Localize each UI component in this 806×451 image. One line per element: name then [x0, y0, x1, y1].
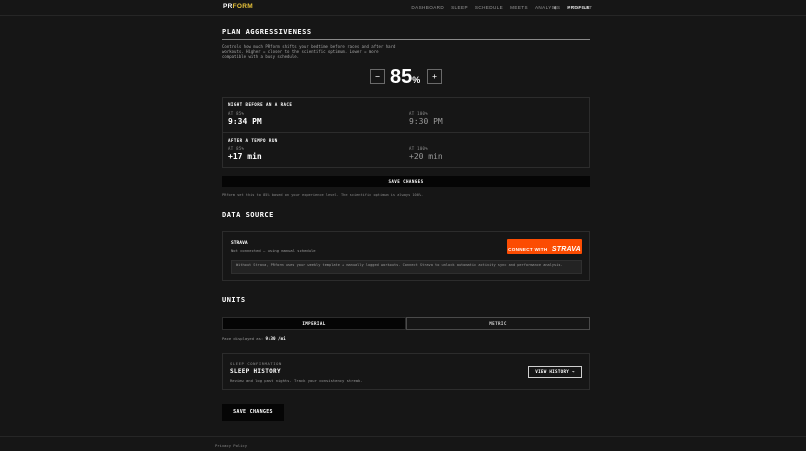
aggressiveness-note: PRform set this to 85% based on your exp…	[222, 193, 424, 197]
app-logo[interactable]: PRFORM	[223, 3, 253, 10]
section-rule	[222, 39, 590, 40]
sleep-history-title: SLEEP HISTORY	[230, 368, 281, 375]
section-title-data-source: DATA SOURCE	[222, 211, 274, 219]
example-full-label: AT 100%	[409, 146, 428, 151]
sleep-history-eyebrow: SLEEP CONFIRMATION	[230, 361, 282, 366]
aggressiveness-description: Controls how much PRform shifts your bed…	[222, 44, 396, 59]
section-title-units: UNITS	[222, 296, 246, 304]
units-imperial-toggle[interactable]: IMPERIAL	[222, 317, 406, 330]
sign-out-link[interactable]: SIGN OUT	[567, 5, 592, 10]
sleep-history-description: Review and log past nights. Track your c…	[230, 378, 363, 383]
example-full-value: +20 min	[409, 152, 443, 161]
pace-display-line: Pace displayed as: 9:30 /mi	[222, 336, 286, 341]
view-history-button[interactable]: VIEW HISTORY →	[528, 366, 582, 378]
example-full-value: 9:30 PM	[409, 117, 443, 126]
nav-item-dashboard[interactable]: DASHBOARD	[411, 5, 444, 10]
connect-strava-button[interactable]: CONNECT WITH STRAVA	[507, 239, 582, 254]
examples-divider	[223, 132, 589, 133]
increment-button[interactable]: +	[427, 69, 442, 84]
header-divider	[0, 15, 806, 16]
save-aggressiveness-button[interactable]: SAVE CHANGES	[222, 176, 590, 187]
aggressiveness-value: 85%	[390, 66, 420, 89]
example-at-label: AT 85%	[228, 111, 245, 116]
units-metric-toggle[interactable]: METRIC	[406, 317, 590, 330]
save-changes-button[interactable]: SAVE CHANGES	[222, 404, 284, 421]
nav-item-meets[interactable]: MEETS	[510, 5, 528, 10]
strava-info-box: Without Strava, PRform uses your weekly …	[231, 260, 582, 274]
example-full-label: AT 100%	[409, 111, 428, 116]
pace-value: 9:30 /mi	[265, 336, 286, 341]
example-at-label: AT 85%	[228, 146, 245, 151]
logo-form-text: FORM	[232, 3, 253, 10]
section-title-aggressiveness: PLAN AGGRESSIVENESS	[222, 28, 312, 36]
connect-prefix: CONNECT WITH	[508, 247, 548, 252]
half-moon-icon[interactable]: ◐	[554, 5, 557, 11]
aggressiveness-unit: %	[412, 75, 421, 85]
strava-wordmark: STRAVA	[551, 246, 581, 253]
strava-info-text: Without Strava, PRform uses your weekly …	[236, 263, 563, 267]
privacy-policy-link[interactable]: Privacy Policy	[215, 443, 247, 448]
example-at-value: +17 min	[228, 152, 262, 161]
top-nav-bar: PRFORM DASHBOARD SLEEP SCHEDULE MEETS AN…	[0, 0, 806, 16]
nav-item-schedule[interactable]: SCHEDULE	[475, 5, 503, 10]
footer-divider	[0, 436, 806, 437]
main-nav: DASHBOARD SLEEP SCHEDULE MEETS ANALYSIS …	[411, 5, 590, 10]
strava-name: STRAVA	[231, 241, 248, 246]
pace-prefix: Pace displayed as:	[222, 336, 264, 341]
aggressiveness-number: 85	[390, 66, 413, 88]
nav-item-sleep[interactable]: SLEEP	[451, 5, 468, 10]
strava-status: Not connected — using manual schedule	[231, 248, 316, 253]
decrement-button[interactable]: −	[370, 69, 385, 84]
example-heading-tempo: AFTER A TEMPO RUN	[228, 138, 278, 143]
logo-pr-text: PR	[223, 3, 233, 10]
example-heading-race: NIGHT BEFORE AN A RACE	[228, 102, 293, 107]
example-at-value: 9:34 PM	[228, 117, 262, 126]
